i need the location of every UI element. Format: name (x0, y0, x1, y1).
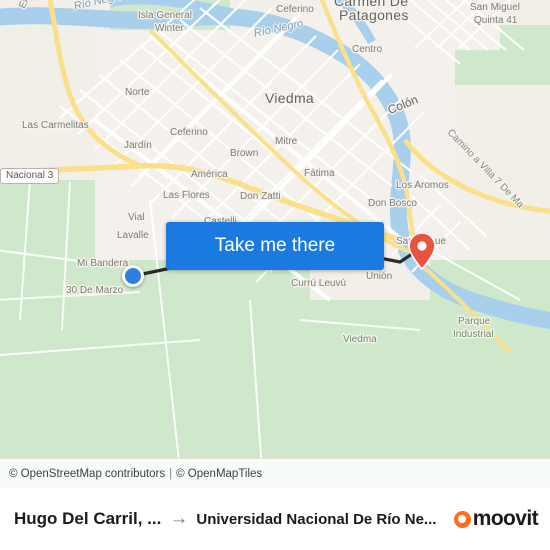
moovit-map-screen: Viedma Parque Industrial Viedma Carmen D… (0, 0, 550, 550)
origin-stop-name: Hugo Del Carril, ... (14, 509, 162, 528)
moovit-wordmark: moovit (472, 507, 539, 530)
moovit-mark-icon (453, 510, 471, 528)
destination-pin[interactable] (408, 232, 436, 271)
take-me-there-button[interactable]: Take me there (166, 222, 384, 270)
trip-footer: Hugo Del Carril, ... → Universidad Nacio… (0, 488, 550, 550)
map-canvas[interactable]: Viedma Parque Industrial Viedma Carmen D… (0, 0, 550, 488)
origin-dot[interactable] (122, 265, 144, 287)
moovit-logo: moovit (453, 507, 539, 531)
arrow-right-icon: → (169, 508, 189, 529)
destination-name: Universidad Nacional De Río Ne... (196, 510, 437, 528)
